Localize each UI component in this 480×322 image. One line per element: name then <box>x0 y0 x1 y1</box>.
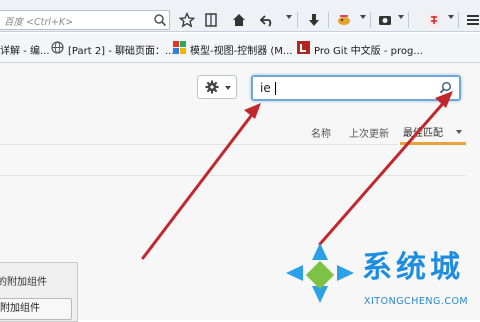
sort-by-name[interactable]: 名称 <box>311 125 331 140</box>
search-icon[interactable] <box>153 13 167 27</box>
toolbar-separator <box>297 12 298 28</box>
sort-by-last-updated[interactable]: 上次更新 <box>349 125 389 140</box>
fortune-dropdown-arrow[interactable] <box>448 15 454 19</box>
watermark-url: XITONGCHENG.COM <box>364 296 469 307</box>
bookmark-item[interactable]: 详解 - 编... <box>0 42 50 57</box>
get-addons-button[interactable]: 附加组件 <box>0 298 72 320</box>
menu-icon[interactable] <box>465 12 480 28</box>
browser-toolbar: 百度 <Ctrl+K> <box>0 0 480 32</box>
reading-list-icon[interactable] <box>203 12 219 28</box>
toolbar-separator <box>370 12 371 28</box>
bookmark-item[interactable]: 模型-视图-控制器 (M... <box>190 42 292 57</box>
screenshot-icon[interactable] <box>377 12 393 28</box>
tools-gear-button[interactable] <box>197 75 237 99</box>
watermark-brand: 系统城 <box>362 250 464 285</box>
web-search-placeholder: 百度 <Ctrl+K> <box>4 17 74 28</box>
chevron-down-icon <box>456 130 462 134</box>
bookmark-item[interactable]: [Part 2] - 聊础页面：... <box>68 42 175 57</box>
text-caret <box>275 82 276 95</box>
sort-by-best-match[interactable]: 最佳匹配 <box>400 119 466 145</box>
colorful-icon <box>173 41 186 54</box>
extension-icon[interactable] <box>336 12 352 28</box>
sort-best-match-label: 最佳匹配 <box>403 128 443 139</box>
download-icon[interactable] <box>306 12 322 28</box>
toolbar-separator <box>408 12 409 28</box>
git-book-icon <box>297 41 310 54</box>
addon-search-input[interactable]: ie <box>251 75 461 101</box>
panel-text: 的附加组件 <box>0 277 47 288</box>
bookmark-item[interactable]: Pro Git 中文版 - prog... <box>314 42 423 57</box>
home-icon[interactable] <box>231 12 247 28</box>
back-dropdown-arrow[interactable] <box>286 15 292 19</box>
addon-info-panel: 的附加组件 附加组件 <box>0 262 78 322</box>
globe-icon <box>51 41 64 54</box>
screenshot-dropdown-arrow[interactable] <box>398 15 404 19</box>
toolbar-separator <box>328 12 329 28</box>
fortune-icon[interactable] <box>426 12 442 28</box>
watermark-logo-icon <box>286 243 354 303</box>
chevron-down-icon <box>225 86 231 90</box>
star-icon[interactable] <box>179 12 195 28</box>
extension-dropdown-arrow[interactable] <box>360 15 366 19</box>
gear-icon <box>205 80 219 94</box>
addon-search-value: ie <box>260 81 271 95</box>
toolbar-separator <box>458 12 459 28</box>
bookmarks-bar: 详解 - 编... [Part 2] - 聊础页面：... 模型-视图-控制器 … <box>0 33 480 63</box>
divider <box>0 144 398 145</box>
web-search-field[interactable]: 百度 <Ctrl+K> <box>0 10 170 30</box>
search-icon[interactable] <box>439 81 453 95</box>
divider <box>0 175 466 176</box>
back-undo-icon[interactable] <box>259 12 275 28</box>
